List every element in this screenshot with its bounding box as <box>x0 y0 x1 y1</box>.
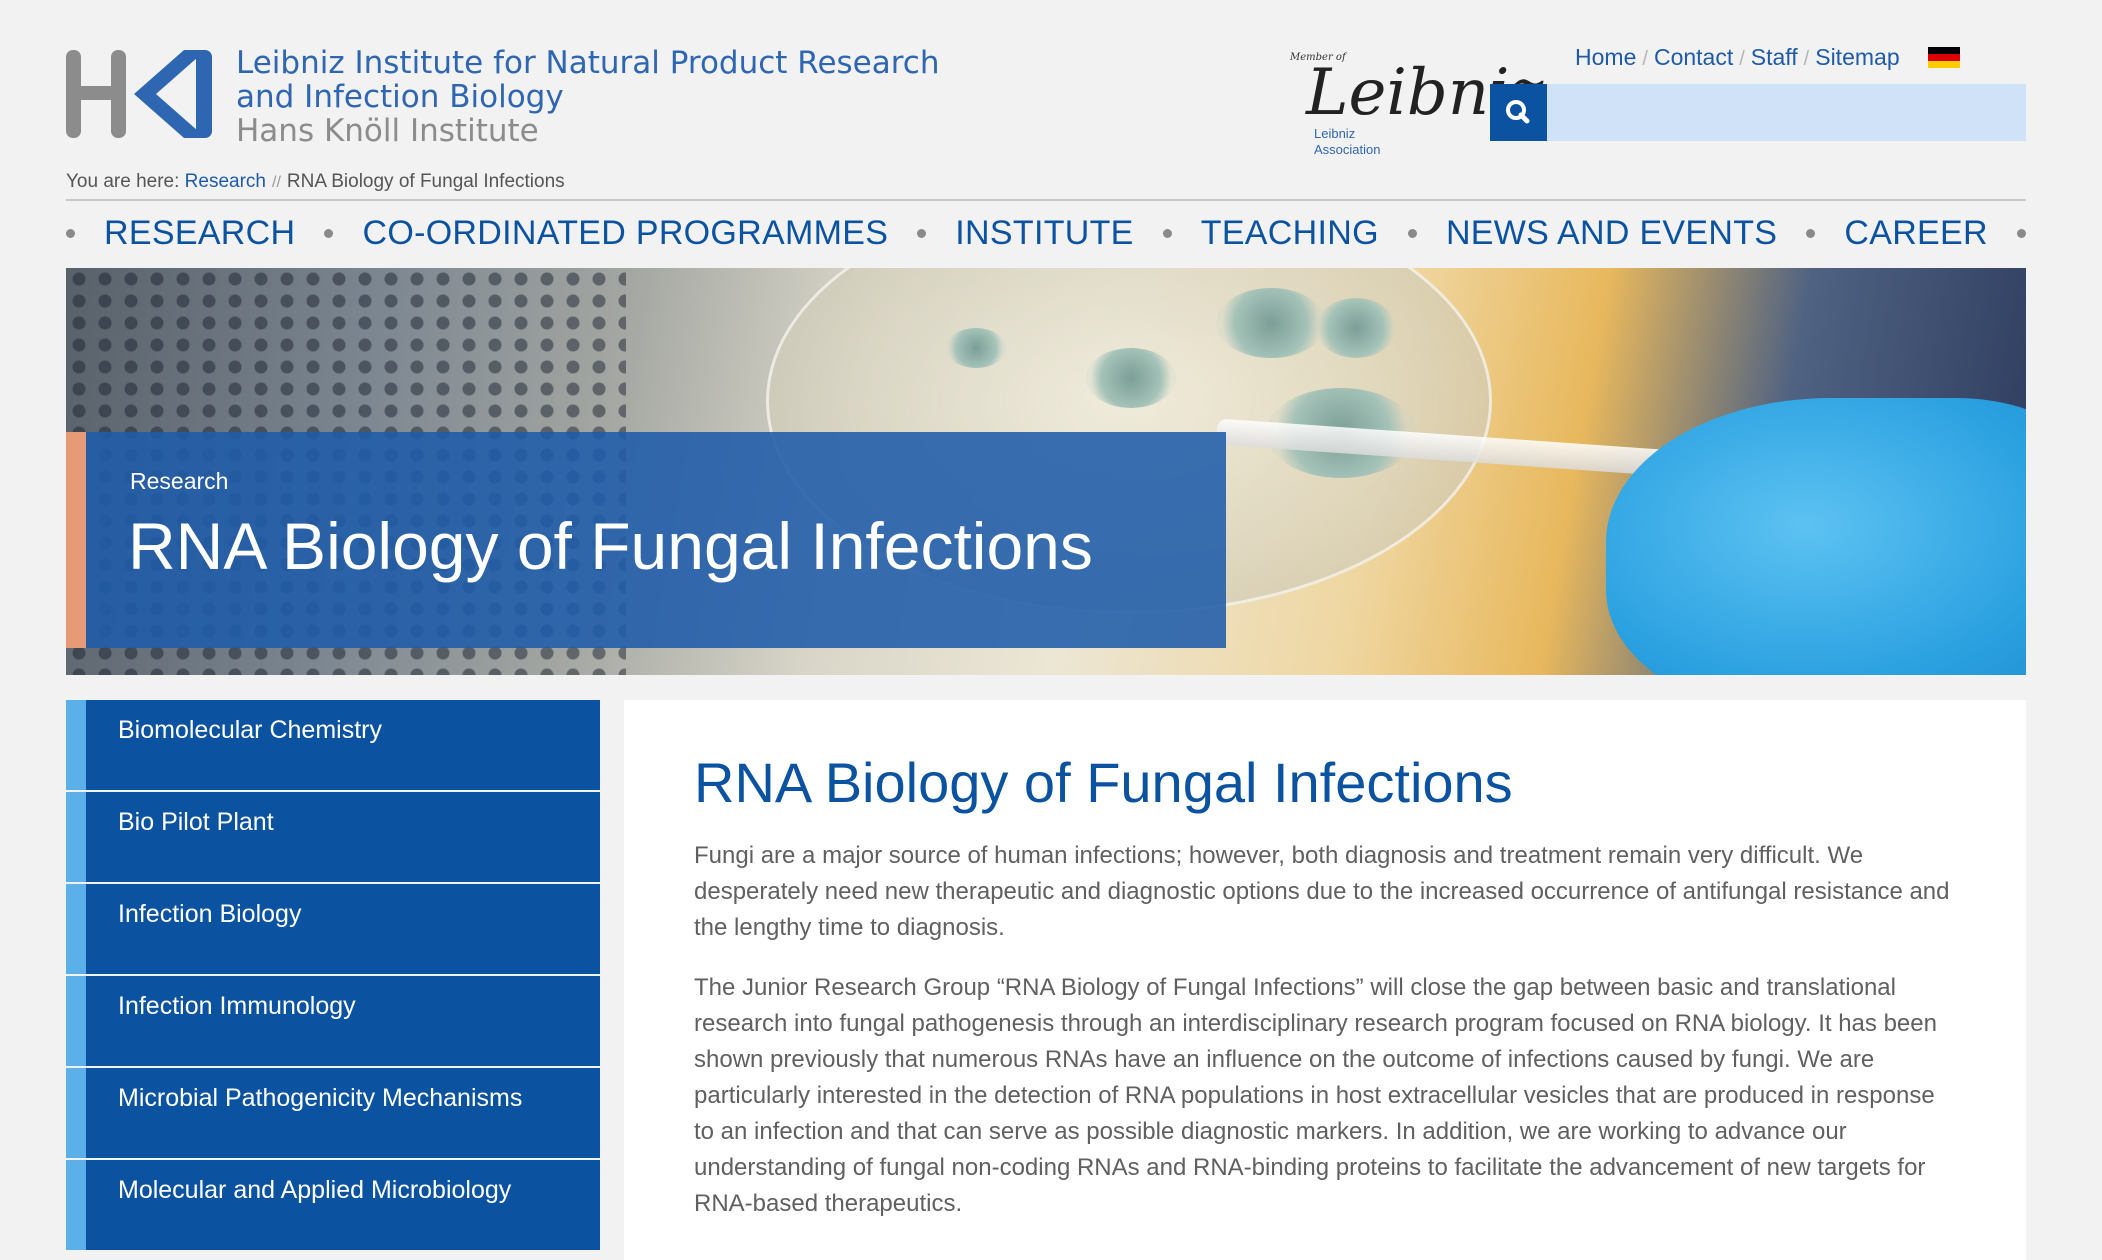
logo-line-2: and Infection Biology <box>236 79 564 115</box>
german-flag-icon[interactable] <box>1928 47 1960 68</box>
hero-title: RNA Biology of Fungal Infections <box>128 509 1093 583</box>
institute-logo[interactable]: Leibniz Institute for Natural Product Re… <box>66 45 966 149</box>
intro-paragraph: Fungi are a major source of human infect… <box>694 842 1950 941</box>
sidebar-item-label: Biomolecular Chemistry <box>118 716 382 744</box>
hero-banner: Research RNA Biology of Fungal Infection… <box>66 268 2026 675</box>
sidebar-item-label: Microbial Pathogenicity Mechanisms <box>118 1084 523 1112</box>
sidebar-item-label: Infection Biology <box>118 900 302 928</box>
sidebar-item-biomolecular-chemistry[interactable]: Biomolecular Chemistry <box>66 700 600 790</box>
logo-line-3: Hans Knöll Institute <box>236 113 539 149</box>
breadcrumb: You are here: Research//RNA Biology of F… <box>66 171 565 192</box>
breadcrumb-research-link[interactable]: Research <box>185 171 266 192</box>
hero-kicker: Research <box>130 468 229 494</box>
breadcrumb-prefix: You are here: <box>66 171 180 192</box>
hero-image-colony <box>1086 348 1176 408</box>
nav-item-research[interactable]: RESEARCH <box>104 214 295 253</box>
sidebar-item-infection-immunology[interactable]: Infection Immunology <box>66 976 600 1066</box>
sidebar-item-accent <box>66 792 86 882</box>
hero-image-colony <box>1216 288 1326 358</box>
search-button[interactable] <box>1490 84 1547 141</box>
search-input[interactable] <box>1547 84 2026 141</box>
logo-line-1: Leibniz Institute for Natural Product Re… <box>236 45 940 81</box>
sidebar-item-accent <box>66 1068 86 1158</box>
contact-link[interactable]: Contact <box>1654 44 1733 70</box>
sidebar-item-accent <box>66 976 86 1066</box>
header-divider <box>66 199 2026 201</box>
nav-item-coordinated-programmes[interactable]: CO-ORDINATED PROGRAMMES <box>362 214 888 253</box>
leibniz-association-badge[interactable]: Member of Leibniz Leibniz Association <box>1276 48 1543 168</box>
search-bar <box>1490 84 2026 141</box>
nav-bullet <box>324 228 334 238</box>
main-content: RNA Biology of Fungal Infections Fungi a… <box>624 700 2026 1260</box>
search-icon <box>1506 100 1530 124</box>
sidebar-item-accent <box>66 700 86 790</box>
leibniz-association-label: Leibniz Association <box>1314 126 1381 157</box>
nav-bullet <box>917 228 927 238</box>
sidebar-navigation: Biomolecular Chemistry Bio Pilot Plant I… <box>66 700 600 1252</box>
nav-item-news-and-events[interactable]: NEWS AND EVENTS <box>1446 214 1777 253</box>
nav-bullet <box>66 228 75 238</box>
nav-item-career[interactable]: CAREER <box>1844 214 1988 253</box>
main-navigation: RESEARCH CO-ORDINATED PROGRAMMES INSTITU… <box>66 210 2026 256</box>
nav-bullet <box>2016 228 2026 238</box>
page-title: RNA Biology of Fungal Infections <box>694 751 1513 814</box>
sidebar-item-label: Infection Immunology <box>118 992 356 1020</box>
nav-item-institute[interactable]: INSTITUTE <box>955 214 1133 253</box>
hero-image-colony <box>1316 298 1396 358</box>
sidebar-item-infection-biology[interactable]: Infection Biology <box>66 884 600 974</box>
sidebar-item-accent <box>66 1160 86 1250</box>
nav-item-teaching[interactable]: TEACHING <box>1201 214 1379 253</box>
top-links: Home / Contact / Staff / Sitemap <box>1575 44 1960 71</box>
body-paragraph: The Junior Research Group “RNA Biology o… <box>694 974 1937 1217</box>
sidebar-item-microbial-pathogenicity-mechanisms[interactable]: Microbial Pathogenicity Mechanisms <box>66 1068 600 1158</box>
sidebar-item-label: Bio Pilot Plant <box>118 808 274 836</box>
sidebar-item-molecular-and-applied-microbiology[interactable]: Molecular and Applied Microbiology <box>66 1160 600 1250</box>
hero-accent-bar <box>66 432 86 648</box>
sidebar-item-accent <box>66 884 86 974</box>
nav-bullet <box>1806 228 1816 238</box>
sidebar-item-bio-pilot-plant[interactable]: Bio Pilot Plant <box>66 792 600 882</box>
sidebar-item-label: Molecular and Applied Microbiology <box>118 1176 512 1204</box>
nav-bullet <box>1407 228 1417 238</box>
home-link[interactable]: Home <box>1575 44 1636 70</box>
nav-bullet <box>1162 228 1172 238</box>
breadcrumb-current: RNA Biology of Fungal Infections <box>286 171 565 192</box>
sitemap-link[interactable]: Sitemap <box>1815 44 1899 70</box>
hero-image-glove <box>1606 398 2026 675</box>
page: Leibniz Institute for Natural Product Re… <box>66 0 2026 1260</box>
staff-link[interactable]: Staff <box>1751 44 1798 70</box>
hki-logo-icon <box>66 50 212 138</box>
hero-image-colony <box>946 328 1006 368</box>
